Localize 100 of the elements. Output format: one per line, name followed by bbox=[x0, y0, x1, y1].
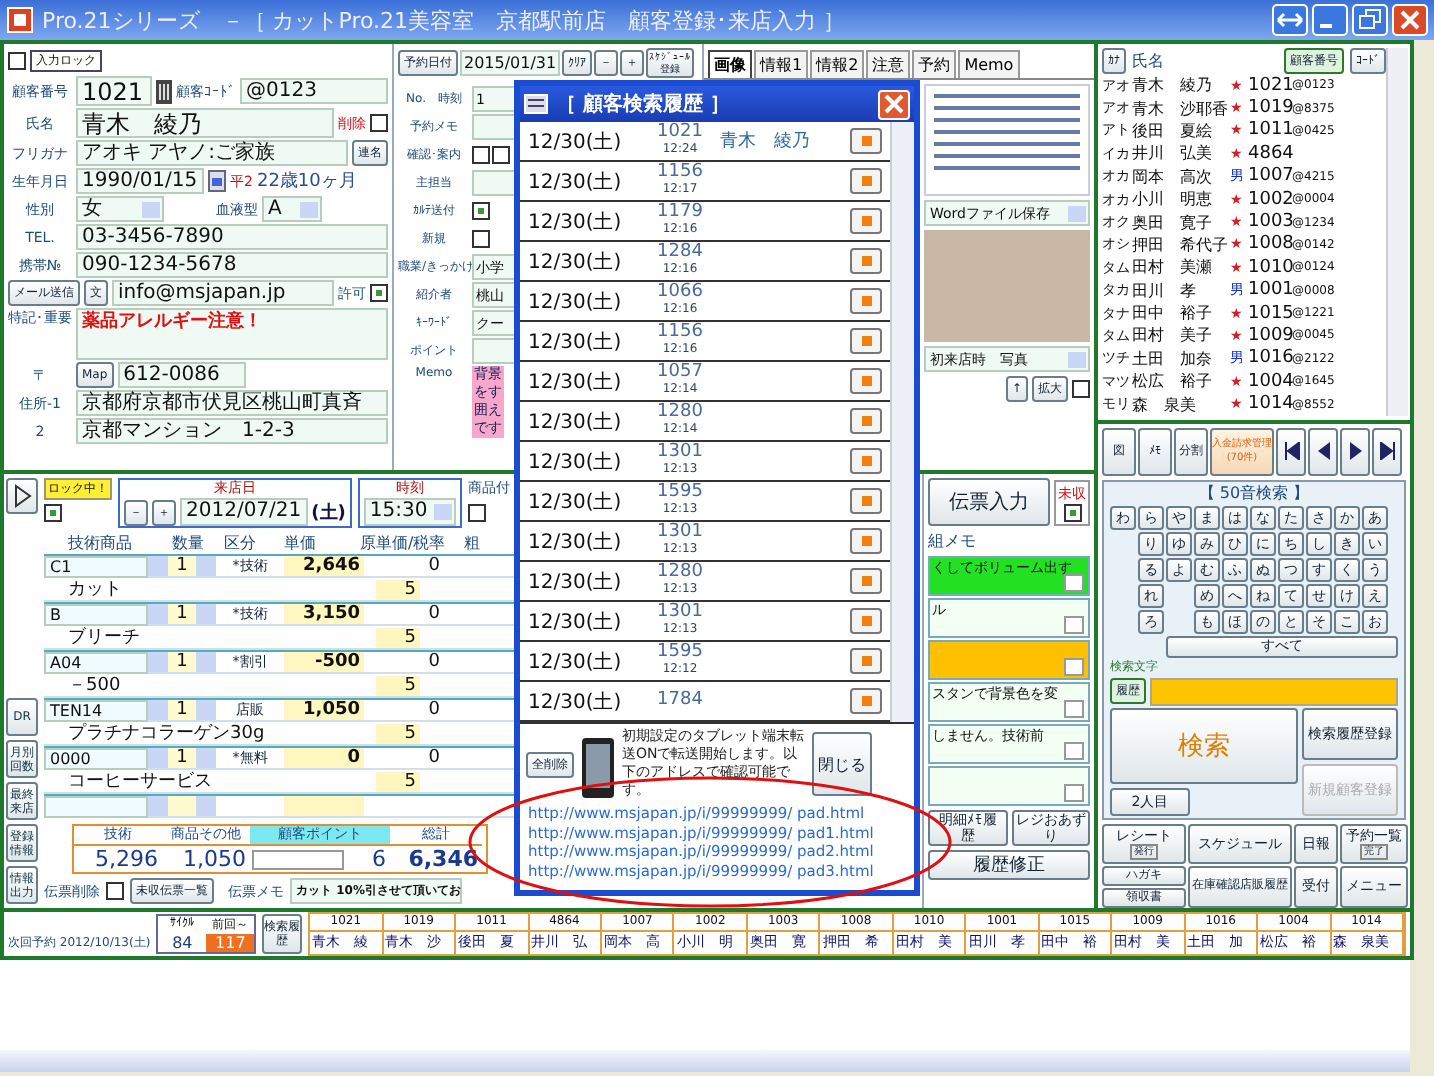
slip-entry-button[interactable]: 伝票入力 bbox=[928, 478, 1050, 526]
quantity-select[interactable]: 1 bbox=[168, 748, 196, 768]
open-record-icon[interactable] bbox=[850, 648, 882, 674]
open-record-icon[interactable] bbox=[850, 128, 882, 154]
tab[interactable]: 情報1 bbox=[754, 50, 809, 78]
item-name-cell-text: プラチナコラーゲン30g bbox=[66, 720, 267, 746]
unpaid-checkbox[interactable] bbox=[1063, 503, 1081, 521]
open-record-icon[interactable] bbox=[850, 168, 882, 194]
open-record-icon[interactable] bbox=[850, 208, 882, 234]
tab[interactable]: Memo bbox=[958, 50, 1020, 78]
play-icon bbox=[12, 484, 32, 508]
reservation-date-field[interactable]: 2015/01/31 bbox=[460, 50, 560, 76]
total-value: 1,050 bbox=[183, 846, 246, 872]
next-record-button[interactable] bbox=[1340, 427, 1370, 476]
checkbox[interactable] bbox=[472, 230, 490, 248]
zip-field[interactable]: 612-0086 bbox=[117, 362, 246, 388]
open-record-icon[interactable] bbox=[850, 488, 882, 514]
history-item[interactable]: 12/30(土) 1784 bbox=[520, 682, 890, 722]
open-record-icon[interactable] bbox=[850, 368, 882, 394]
tab[interactable]: 予約 bbox=[912, 50, 957, 78]
item-code-select[interactable]: TEN14 bbox=[44, 699, 148, 721]
item-code-select[interactable]: 0000 bbox=[44, 747, 148, 769]
phone-field[interactable]: 03-3456-7890 bbox=[76, 224, 388, 250]
price-cell bbox=[284, 796, 364, 816]
search-field[interactable] bbox=[1150, 677, 1398, 706]
item-code-select[interactable]: A04 bbox=[44, 651, 148, 673]
item-code-select[interactable] bbox=[44, 795, 148, 817]
open-record-icon[interactable] bbox=[850, 448, 882, 474]
quantity-select[interactable]: 1 bbox=[168, 604, 196, 624]
item-name-cell-text: コーヒーサービス bbox=[66, 769, 214, 794]
checkbox[interactable] bbox=[472, 202, 490, 220]
first-record-button[interactable] bbox=[1276, 427, 1306, 476]
open-record-icon[interactable] bbox=[850, 568, 882, 594]
item-code-select[interactable]: C1 bbox=[44, 555, 148, 577]
app-icon bbox=[6, 6, 34, 34]
memo-note[interactable] bbox=[928, 766, 1090, 806]
previous-record-button[interactable] bbox=[1308, 427, 1338, 476]
barcode-icon[interactable] bbox=[156, 79, 172, 103]
expand-button[interactable] bbox=[6, 478, 38, 514]
cost-cell-text: 0 bbox=[426, 556, 442, 576]
mobile-field[interactable]: 090-1234-5678 bbox=[76, 252, 388, 278]
close-button[interactable]: 閉じる bbox=[812, 732, 872, 796]
blood-type-select[interactable]: A bbox=[262, 196, 322, 222]
checkbox[interactable] bbox=[492, 146, 510, 164]
item-name-cell-text: －500 bbox=[66, 674, 123, 698]
item-code-select[interactable]: B bbox=[44, 603, 148, 625]
resize-arrows-icon[interactable] bbox=[1272, 4, 1308, 36]
skip-last-icon bbox=[1379, 442, 1395, 461]
address-field[interactable]: 京都マンション 1-2-3 bbox=[76, 418, 388, 444]
email-field[interactable]: info@msjapan.jp bbox=[112, 280, 334, 306]
name-field[interactable]: 青木 綾乃 bbox=[76, 108, 334, 138]
restore-icon[interactable] bbox=[1352, 4, 1388, 36]
customer-number-field[interactable]: 1021 bbox=[76, 76, 152, 106]
open-record-icon[interactable] bbox=[850, 288, 882, 314]
vertical-scrollbar[interactable] bbox=[890, 122, 914, 722]
sex-select[interactable]: 女 bbox=[76, 196, 164, 222]
delete-checkbox[interactable] bbox=[370, 114, 388, 132]
window-icon bbox=[524, 94, 548, 114]
customer-code-field[interactable]: @0123 bbox=[240, 78, 388, 104]
tab[interactable]: 注意 bbox=[866, 50, 911, 78]
zoom-checkbox[interactable] bbox=[1072, 380, 1090, 398]
quantity-select[interactable]: 1 bbox=[168, 556, 196, 576]
open-record-icon[interactable] bbox=[850, 608, 882, 634]
open-record-icon[interactable] bbox=[850, 408, 882, 434]
open-record-icon[interactable] bbox=[850, 688, 882, 714]
tab[interactable]: 情報2 bbox=[810, 50, 865, 78]
cost-cell-text: 0 bbox=[426, 748, 442, 768]
calendar-icon[interactable] bbox=[208, 170, 226, 192]
goods-checkbox[interactable] bbox=[467, 504, 486, 522]
permit-checkbox[interactable] bbox=[370, 284, 388, 302]
note-field[interactable]: 薬品アレルギー注意！ bbox=[76, 308, 388, 360]
visit-time-select[interactable]: 15:30 bbox=[363, 498, 456, 526]
slip-delete-checkbox[interactable] bbox=[106, 882, 124, 900]
quantity-select[interactable]: 1 bbox=[168, 700, 196, 720]
visit-date-field[interactable]: 2012/07/21 bbox=[180, 498, 308, 526]
open-record-icon[interactable] bbox=[850, 248, 882, 274]
weekday-text: (土) bbox=[311, 500, 346, 525]
minimize-icon[interactable] bbox=[1312, 4, 1348, 36]
vertical-scrollbar[interactable] bbox=[1386, 48, 1408, 416]
close-button[interactable] bbox=[878, 89, 910, 119]
history-fix-button[interactable]: 履歴修正 bbox=[928, 850, 1090, 880]
column-header: 原単価/税率 bbox=[360, 532, 448, 554]
quantity-select[interactable]: 1 bbox=[168, 652, 196, 672]
checkbox[interactable] bbox=[472, 146, 490, 164]
open-record-icon[interactable] bbox=[850, 528, 882, 554]
horizontal-scrollbar[interactable] bbox=[0, 1050, 1410, 1072]
birthdate-field[interactable]: 1990/01/15 bbox=[76, 168, 204, 194]
price-cell: 2,646 bbox=[284, 556, 364, 576]
price-cell: 1,050 bbox=[284, 700, 364, 720]
open-record-icon[interactable] bbox=[850, 328, 882, 354]
address-field[interactable]: 京都府京都市伏見区桃山町真斉 bbox=[76, 390, 388, 416]
close-icon[interactable] bbox=[1392, 4, 1428, 36]
tab[interactable]: 画像 bbox=[708, 50, 752, 78]
lock-checkbox[interactable] bbox=[44, 504, 62, 522]
furigana-field[interactable]: アオキ アヤノ:ご家族 bbox=[76, 140, 348, 166]
age-text: 22歳10ヶ月 bbox=[256, 169, 357, 194]
last-record-button[interactable] bbox=[1372, 427, 1402, 476]
skip-first-icon bbox=[1283, 442, 1299, 461]
memo-note[interactable] bbox=[928, 640, 1090, 680]
input-lock-checkbox[interactable] bbox=[8, 52, 26, 70]
